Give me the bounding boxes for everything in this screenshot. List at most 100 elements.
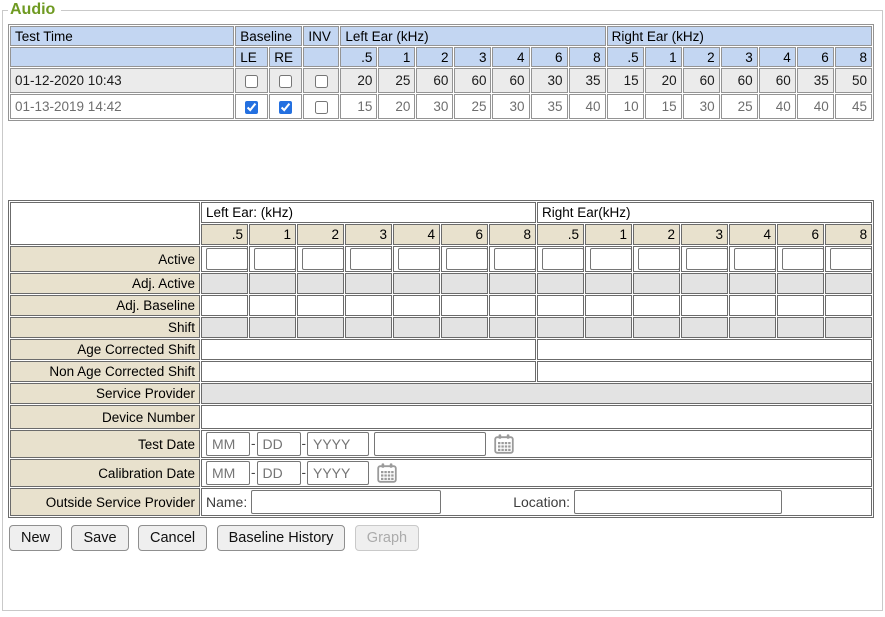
readonly-cell	[729, 317, 776, 338]
freq-header: 1	[585, 224, 632, 245]
outside-provider-name-input[interactable]	[251, 490, 441, 514]
right-ear-value: 35	[797, 68, 834, 93]
cancel-button[interactable]: Cancel	[138, 525, 207, 551]
readonly-cell	[537, 273, 584, 294]
freq-header: 4	[729, 224, 776, 245]
baseline-history-button[interactable]: Baseline History	[217, 525, 346, 551]
active-input[interactable]	[590, 248, 632, 270]
active-input[interactable]	[350, 248, 392, 270]
readonly-cell	[201, 317, 248, 338]
readonly-cell	[297, 317, 344, 338]
right-ear-value: 15	[607, 68, 644, 93]
calendar-icon[interactable]	[377, 463, 397, 483]
active-input[interactable]	[782, 248, 824, 270]
calendar-icon[interactable]	[494, 434, 514, 454]
readonly-cell	[585, 273, 632, 294]
freq-header: 8	[569, 47, 606, 67]
empty-cell	[345, 295, 392, 316]
test-date-mm-input[interactable]	[206, 432, 250, 456]
location-label: Location:	[513, 494, 570, 510]
readonly-cell	[489, 273, 536, 294]
readonly-cell	[681, 317, 728, 338]
test-date-yyyy-input[interactable]	[307, 432, 369, 456]
empty-cell	[441, 295, 488, 316]
test-time-value: 01-13-2019 14:42	[10, 94, 234, 119]
audio-history-table: Test Time Baseline INV Left Ear (kHz) Ri…	[8, 24, 874, 121]
entry-ear-header-row: Left Ear: (kHz) Right Ear(kHz)	[10, 202, 872, 223]
non-age-corrected-shift-row: Non Age Corrected Shift	[10, 361, 872, 382]
active-input[interactable]	[398, 248, 440, 270]
test-date-aux-input[interactable]	[374, 432, 486, 456]
freq-header: 2	[633, 224, 680, 245]
calibration-date-yyyy-input[interactable]	[307, 461, 369, 485]
calibration-date-dd-input[interactable]	[257, 461, 301, 485]
readonly-cell	[345, 317, 392, 338]
active-input[interactable]	[494, 248, 536, 270]
left-ear-value: 20	[378, 94, 415, 119]
freq-header: 6	[777, 224, 824, 245]
right-ear-value: 25	[721, 94, 758, 119]
baseline-re-checkbox[interactable]	[279, 101, 292, 114]
empty-cell	[393, 295, 440, 316]
inv-header: INV	[303, 26, 339, 46]
readonly-cell	[393, 273, 440, 294]
freq-header: 6	[797, 47, 834, 67]
device-number-row: Device Number	[10, 405, 872, 429]
active-input[interactable]	[638, 248, 680, 270]
readonly-cell	[393, 317, 440, 338]
freq-header: 2	[416, 47, 453, 67]
new-button[interactable]: New	[9, 525, 62, 551]
inv-checkbox[interactable]	[315, 75, 328, 88]
active-input[interactable]	[686, 248, 728, 270]
readonly-cell	[681, 273, 728, 294]
le-header: LE	[235, 47, 268, 67]
non-age-corrected-shift-label: Non Age Corrected Shift	[10, 361, 200, 382]
readonly-cell	[633, 317, 680, 338]
empty-cell	[201, 295, 248, 316]
baseline-le-checkbox[interactable]	[245, 75, 258, 88]
table-row: 01-13-2019 14:42 15 20 30 25 30 35 40 10…	[10, 94, 872, 119]
right-ear-value: 20	[645, 68, 682, 93]
empty-cell	[249, 295, 296, 316]
left-ear-header: Left Ear (kHz)	[340, 26, 605, 46]
active-input[interactable]	[542, 248, 584, 270]
empty-cell	[489, 295, 536, 316]
age-corrected-shift-label: Age Corrected Shift	[10, 339, 200, 360]
empty-cell	[825, 295, 872, 316]
adj-active-row: Adj. Active	[10, 273, 872, 294]
baseline-le-checkbox[interactable]	[245, 101, 258, 114]
empty-cell	[681, 295, 728, 316]
device-number-cell	[201, 405, 872, 429]
active-input[interactable]	[830, 248, 872, 270]
active-input[interactable]	[734, 248, 776, 270]
left-ear-value: 40	[569, 94, 606, 119]
right-ear-header: Right Ear (kHz)	[607, 26, 872, 46]
left-ear-value: 20	[340, 68, 377, 93]
freq-header: 4	[393, 224, 440, 245]
active-input[interactable]	[446, 248, 488, 270]
right-ear-value: 10	[607, 94, 644, 119]
freq-header: .5	[607, 47, 644, 67]
left-ear-value: 30	[416, 94, 453, 119]
freq-header: 8	[825, 224, 872, 245]
empty-header-cell	[10, 47, 234, 67]
outside-provider-location-input[interactable]	[574, 490, 782, 514]
readonly-cell	[489, 317, 536, 338]
test-date-dd-input[interactable]	[257, 432, 301, 456]
calibration-date-mm-input[interactable]	[206, 461, 250, 485]
shift-label: Shift	[10, 317, 200, 338]
active-input[interactable]	[254, 248, 296, 270]
inv-checkbox[interactable]	[315, 101, 328, 114]
test-time-header: Test Time	[10, 26, 234, 46]
service-provider-row: Service Provider	[10, 383, 872, 404]
freq-header: 2	[297, 224, 344, 245]
active-input[interactable]	[206, 248, 248, 270]
baseline-re-checkbox[interactable]	[279, 75, 292, 88]
readonly-cell	[249, 317, 296, 338]
age-corrected-left-cell	[201, 339, 536, 360]
date-separator: -	[251, 436, 256, 451]
active-input[interactable]	[302, 248, 344, 270]
non-age-corrected-left-cell	[201, 361, 536, 382]
empty-cell	[585, 295, 632, 316]
save-button[interactable]: Save	[71, 525, 128, 551]
